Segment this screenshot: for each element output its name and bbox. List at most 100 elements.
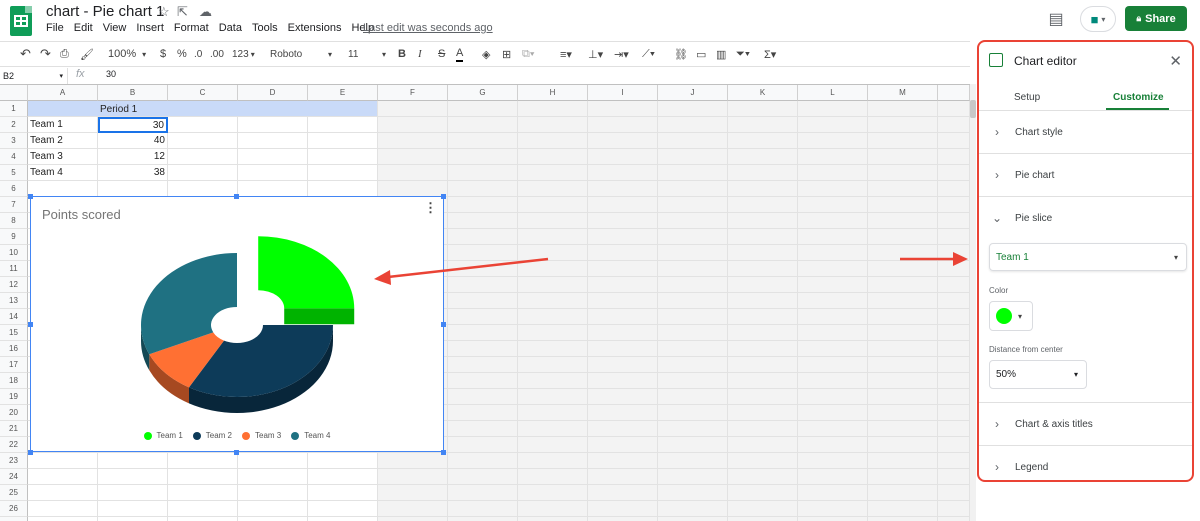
menu-insert[interactable]: Insert — [136, 22, 164, 36]
column-header[interactable]: E — [308, 85, 378, 101]
grid-cell[interactable] — [868, 341, 938, 357]
column-header[interactable]: J — [658, 85, 728, 101]
team-name-cell[interactable]: Team 2 — [28, 133, 98, 149]
resize-handle[interactable] — [28, 450, 33, 455]
grid-cell[interactable] — [448, 245, 518, 261]
grid-cell[interactable] — [588, 245, 658, 261]
grid-cell[interactable] — [798, 357, 868, 373]
grid-cell[interactable] — [868, 277, 938, 293]
grid-cell[interactable] — [938, 453, 970, 469]
column-header[interactable]: F — [378, 85, 448, 101]
grid-cell[interactable] — [728, 245, 798, 261]
grid-cell[interactable] — [658, 405, 728, 421]
row-header[interactable]: 10 — [0, 245, 28, 261]
currency-button[interactable]: $ — [160, 46, 166, 62]
grid-cell[interactable] — [378, 117, 448, 133]
grid-cell[interactable] — [728, 149, 798, 165]
grid-cell[interactable] — [728, 469, 798, 485]
grid-cell[interactable] — [938, 389, 970, 405]
row-header[interactable]: 26 — [0, 501, 28, 517]
grid-cell[interactable] — [728, 357, 798, 373]
grid-cell[interactable] — [168, 165, 238, 181]
grid-cell[interactable] — [238, 133, 308, 149]
grid-cell[interactable] — [448, 149, 518, 165]
grid-cell[interactable] — [798, 485, 868, 501]
grid-cell[interactable] — [798, 469, 868, 485]
value-cell[interactable]: 38 — [98, 165, 168, 181]
insert-link-icon[interactable]: ⛓︎ — [674, 46, 688, 62]
menu-view[interactable]: View — [103, 22, 127, 36]
grid-cell[interactable] — [168, 149, 238, 165]
grid-cell[interactable] — [798, 101, 868, 117]
grid-cell[interactable] — [238, 517, 308, 521]
last-edit-link[interactable]: Last edit was seconds ago — [363, 22, 493, 34]
grid-cell[interactable] — [728, 453, 798, 469]
grid-cell[interactable] — [798, 245, 868, 261]
grid-cell[interactable] — [798, 453, 868, 469]
grid-cell[interactable] — [658, 453, 728, 469]
grid-cell[interactable] — [518, 309, 588, 325]
grid-cell[interactable] — [518, 117, 588, 133]
grid-cell[interactable] — [868, 197, 938, 213]
grid-cell[interactable] — [658, 117, 728, 133]
grid-cell[interactable] — [448, 357, 518, 373]
menu-tools[interactable]: Tools — [252, 22, 278, 36]
grid-cell[interactable] — [868, 117, 938, 133]
grid-cell[interactable] — [448, 517, 518, 521]
grid-cell[interactable] — [658, 261, 728, 277]
grid-cell[interactable] — [798, 405, 868, 421]
grid-cell[interactable] — [448, 261, 518, 277]
grid-cell[interactable] — [798, 389, 868, 405]
grid-cell[interactable] — [868, 469, 938, 485]
grid-cell[interactable] — [28, 181, 98, 197]
grid-cell[interactable] — [728, 261, 798, 277]
grid-cell[interactable] — [728, 309, 798, 325]
grid-cell[interactable] — [518, 149, 588, 165]
grid-cell[interactable] — [798, 133, 868, 149]
grid-cell[interactable] — [28, 501, 98, 517]
grid-cell[interactable] — [658, 229, 728, 245]
pie-slice-select[interactable]: Team 1 ▾ — [989, 243, 1187, 271]
grid-cell[interactable] — [378, 149, 448, 165]
grid-cell[interactable] — [518, 325, 588, 341]
grid-cell[interactable] — [518, 341, 588, 357]
grid-cell[interactable] — [658, 325, 728, 341]
document-title[interactable]: chart - Pie chart 1 — [46, 3, 164, 20]
borders-icon[interactable]: ⊞ — [502, 46, 511, 62]
row-header[interactable]: 7 — [0, 197, 28, 213]
bold-button[interactable]: B — [398, 46, 406, 62]
grid-cell[interactable] — [798, 181, 868, 197]
grid-cell[interactable] — [798, 277, 868, 293]
tab-setup[interactable]: Setup — [1014, 92, 1040, 103]
row-header[interactable]: 16 — [0, 341, 28, 357]
italic-button[interactable]: I — [418, 46, 422, 62]
grid-cell[interactable] — [868, 245, 938, 261]
grid-cell[interactable] — [868, 229, 938, 245]
increase-decimal-button[interactable]: .00 — [210, 46, 224, 62]
grid-cell[interactable] — [168, 517, 238, 521]
grid-cell[interactable] — [658, 277, 728, 293]
column-header[interactable]: K — [728, 85, 798, 101]
row-header[interactable]: 4 — [0, 149, 28, 165]
grid-cell[interactable] — [728, 517, 798, 521]
select-all-corner[interactable] — [0, 85, 28, 101]
horizontal-align-icon[interactable]: ≡▾ — [560, 46, 572, 62]
grid-cell[interactable] — [518, 357, 588, 373]
menu-edit[interactable]: Edit — [74, 22, 93, 36]
grid-cell[interactable] — [798, 309, 868, 325]
grid-cell[interactable] — [448, 325, 518, 341]
grid-cell[interactable] — [28, 453, 98, 469]
grid-cell[interactable] — [518, 421, 588, 437]
grid-cell[interactable] — [658, 517, 728, 521]
grid-cell[interactable] — [588, 117, 658, 133]
text-color-button[interactable]: A — [456, 46, 464, 62]
row-header[interactable]: 27 — [0, 517, 28, 521]
grid-cell[interactable] — [518, 261, 588, 277]
row-header[interactable]: 13 — [0, 293, 28, 309]
grid-cell[interactable] — [518, 389, 588, 405]
merge-cells-icon[interactable]: ⧉▾ — [522, 46, 534, 62]
share-button[interactable]: 🔒︎ Share — [1125, 6, 1187, 31]
grid-cell[interactable] — [588, 501, 658, 517]
grid-cell[interactable] — [588, 405, 658, 421]
resize-handle[interactable] — [441, 450, 446, 455]
